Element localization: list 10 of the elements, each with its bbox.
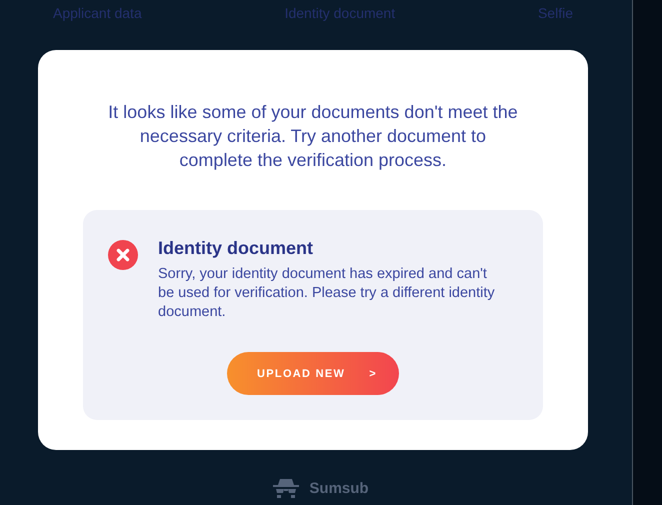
step-label: Applicant data [53,5,142,21]
step-label: Selfie [538,5,573,21]
issue-description: Sorry, your identity document has expired and can't be used for verification. Please try a different identity document. [158,265,496,322]
step-label: Identity document [284,5,396,21]
logo-icon [271,477,302,499]
error-icon [108,240,138,270]
dialog-message: It looks like some of your documents don't meet the necessary criteria. Try another document to complete the verification process. [107,101,519,172]
issue-title: Identity document [158,238,314,259]
brand-name: Sumsub [309,480,369,496]
upload-new-button[interactable]: UPLOAD NEW > [227,352,399,395]
